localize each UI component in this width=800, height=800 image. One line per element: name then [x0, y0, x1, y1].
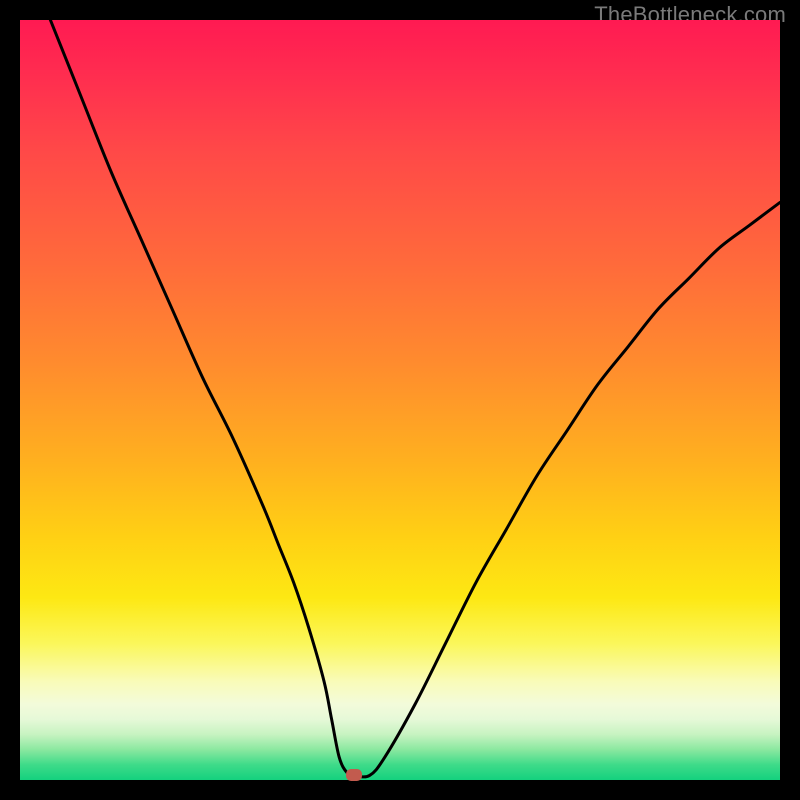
- bottleneck-curve: [20, 20, 780, 780]
- plot-area: [20, 20, 780, 780]
- chart-frame: TheBottleneck.com: [0, 0, 800, 800]
- optimal-point-marker: [346, 769, 362, 781]
